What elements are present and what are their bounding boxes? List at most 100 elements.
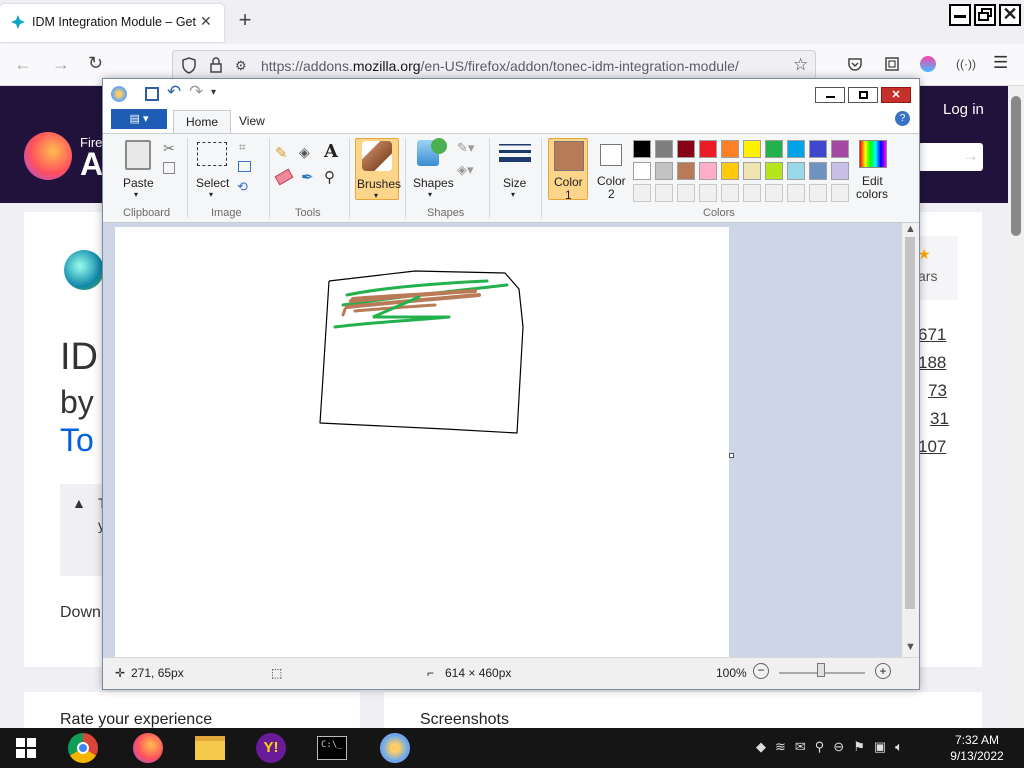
palette-swatch[interactable] [765, 140, 783, 158]
rating-count-link[interactable]: 73 [928, 381, 947, 401]
paint-taskbar-icon[interactable] [380, 733, 410, 763]
custom-color-slot[interactable] [787, 184, 805, 202]
paint-maximize-button[interactable] [848, 87, 878, 103]
pocket-icon[interactable] [847, 56, 863, 72]
edit-colors-button[interactable]: Edit colors [853, 138, 893, 201]
custom-color-slot[interactable] [809, 184, 827, 202]
palette-swatch[interactable] [809, 140, 827, 158]
rating-count-link[interactable]: 188 [918, 353, 946, 373]
save-icon[interactable] [145, 87, 159, 101]
rating-count-link[interactable]: 107 [918, 437, 946, 457]
lock-icon[interactable] [209, 57, 223, 74]
palette-swatch[interactable] [721, 162, 739, 180]
canvas-resize-handle[interactable] [729, 453, 734, 458]
page-scrollbar[interactable] [1008, 86, 1024, 728]
window-close-button[interactable]: ✕ [999, 4, 1021, 26]
palette-swatch[interactable] [787, 140, 805, 158]
paint-minimize-button[interactable] [815, 87, 845, 103]
url-bar[interactable]: ⚙ https://addons.mozilla.org/en-US/firef… [172, 50, 816, 80]
tab-home[interactable]: Home [173, 110, 232, 133]
custom-color-slot[interactable] [743, 184, 761, 202]
paint-close-button[interactable]: ✕ [881, 87, 911, 103]
palette-swatch[interactable] [831, 162, 849, 180]
command-prompt-icon[interactable]: C:\_ [317, 736, 347, 760]
eraser-icon[interactable] [274, 168, 294, 186]
palette-swatch[interactable] [765, 162, 783, 180]
scroll-up-icon[interactable]: ▲ [905, 223, 916, 235]
drawing-canvas[interactable] [115, 227, 734, 657]
reader-icon[interactable] [884, 56, 900, 72]
bookmark-star-icon[interactable]: ☆ [793, 55, 808, 75]
window-restore-button[interactable] [974, 4, 996, 26]
menu-icon[interactable]: ☰ [993, 53, 1008, 73]
rating-count-link[interactable]: 671 [918, 325, 946, 345]
reload-icon[interactable]: ↻ [88, 53, 103, 74]
extension-icon[interactable]: ((·)) [956, 57, 976, 71]
shape-fill-icon[interactable]: ◈▾ [457, 162, 474, 178]
help-icon[interactable]: ? [895, 111, 910, 126]
palette-swatch[interactable] [721, 140, 739, 158]
tab-view[interactable]: View [227, 110, 277, 133]
palette-swatch[interactable] [743, 140, 761, 158]
palette-swatch[interactable] [743, 162, 761, 180]
file-explorer-icon[interactable] [195, 736, 225, 760]
chrome-icon[interactable] [68, 733, 98, 763]
window-minimize-button[interactable] [949, 4, 971, 26]
account-icon[interactable] [920, 56, 936, 72]
palette-swatch[interactable] [831, 140, 849, 158]
custom-color-slot[interactable] [677, 184, 695, 202]
author-link-fragment[interactable]: To [60, 422, 94, 459]
custom-color-slot[interactable] [765, 184, 783, 202]
taskbar-clock[interactable]: 7:32 AM 9/13/2022 [944, 732, 1010, 764]
magnifier-icon[interactable]: ⚲ [324, 168, 335, 186]
file-menu-button[interactable]: ▤ ▾ [111, 109, 167, 129]
palette-swatch[interactable] [633, 162, 651, 180]
shield-icon[interactable] [181, 57, 197, 74]
undo-icon[interactable]: ↶ [167, 82, 181, 102]
canvas-vertical-scrollbar[interactable]: ▲ ▼ [902, 223, 919, 657]
pencil-icon[interactable]: ✎ [275, 144, 288, 162]
fill-icon[interactable]: ◈ [299, 144, 310, 161]
color-picker-icon[interactable]: ✒ [301, 168, 314, 186]
tab-close-icon[interactable]: ✕ [200, 13, 212, 30]
zoom-slider-thumb[interactable] [817, 663, 825, 677]
scroll-down-icon[interactable]: ▼ [905, 641, 916, 653]
yahoo-messenger-icon[interactable]: Y! [256, 733, 286, 763]
text-icon[interactable]: A [324, 141, 338, 162]
palette-swatch[interactable] [677, 140, 695, 158]
crop-icon[interactable]: ⌗ [239, 140, 246, 155]
cut-icon[interactable]: ✂ [163, 140, 175, 157]
forward-icon[interactable]: → [52, 54, 70, 75]
start-windows-icon[interactable] [16, 738, 36, 758]
customize-qat-icon[interactable]: ▾ [211, 87, 216, 98]
zoom-out-icon[interactable]: − [753, 663, 769, 679]
browser-tab[interactable]: IDM Integration Module – Get t ✕ [0, 4, 224, 42]
custom-color-slot[interactable] [633, 184, 651, 202]
tray-icons[interactable]: ◆≋✉⚲⊖⚑▣🔈︎ [756, 739, 912, 755]
palette-swatch[interactable] [699, 162, 717, 180]
new-tab-icon[interactable]: + [232, 8, 258, 34]
firefox-taskbar-icon[interactable] [133, 733, 163, 763]
shapes-button[interactable]: Shapes ▾ [409, 138, 455, 200]
permissions-icon[interactable]: ⚙ [235, 58, 247, 74]
custom-color-slot[interactable] [699, 184, 717, 202]
site-search-input[interactable]: → [918, 143, 983, 171]
select-button[interactable]: Select ▾ [193, 138, 233, 200]
rotate-icon[interactable]: ⟲ [237, 179, 248, 195]
redo-icon[interactable]: ↷ [189, 82, 203, 102]
brushes-button[interactable]: Brushes ▾ [355, 138, 401, 200]
paste-button[interactable]: Paste ▾ [117, 138, 159, 200]
color2-button[interactable]: Color 2 [592, 138, 632, 201]
palette-swatch[interactable] [677, 162, 695, 180]
palette-swatch[interactable] [787, 162, 805, 180]
outline-icon[interactable]: ✎▾ [457, 140, 474, 156]
palette-swatch[interactable] [633, 140, 651, 158]
palette-swatch[interactable] [699, 140, 717, 158]
size-button[interactable]: Size ▾ [495, 138, 535, 200]
search-arrow-icon[interactable]: → [962, 146, 979, 166]
palette-swatch[interactable] [655, 162, 673, 180]
copy-icon[interactable] [163, 162, 175, 174]
zoom-in-icon[interactable]: + [875, 663, 891, 679]
color1-button[interactable]: Color 1 [548, 138, 588, 202]
custom-color-slot[interactable] [831, 184, 849, 202]
